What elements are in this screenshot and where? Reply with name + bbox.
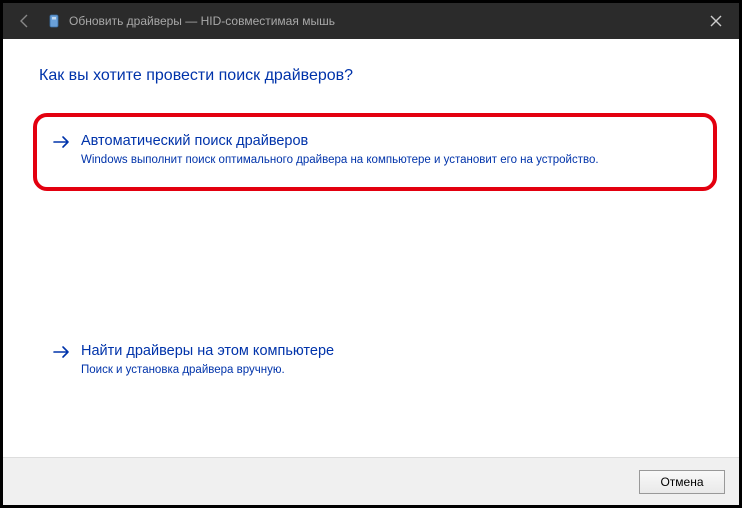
window-title: Обновить драйверы — HID-совместимая мышь [69, 14, 335, 28]
option-desc: Windows выполнит поиск оптимального драй… [81, 153, 691, 169]
close-icon [710, 15, 722, 27]
option-list: Автоматический поиск драйверов Windows в… [39, 113, 703, 392]
option-title: Автоматический поиск драйверов [81, 133, 691, 149]
content-area: Как вы хотите провести поиск драйверов? … [3, 39, 739, 457]
footer: Отмена [3, 457, 739, 505]
arrow-right-icon [53, 345, 71, 364]
option-auto-search[interactable]: Автоматический поиск драйверов Windows в… [33, 113, 717, 191]
close-button[interactable] [693, 3, 739, 39]
page-heading: Как вы хотите провести поиск драйверов? [39, 67, 703, 85]
cancel-button[interactable]: Отмена [639, 470, 725, 494]
arrow-right-icon [53, 135, 71, 154]
titlebar: Обновить драйверы — HID-совместимая мышь [3, 3, 739, 39]
update-driver-wizard-window: Обновить драйверы — HID-совместимая мышь… [2, 2, 740, 506]
back-button[interactable] [11, 7, 39, 35]
device-icon [47, 14, 61, 28]
option-desc: Поиск и установка драйвера вручную. [81, 363, 685, 379]
option-browse-computer[interactable]: Найти драйверы на этом компьютере Поиск … [39, 329, 703, 393]
spacer [39, 199, 703, 329]
option-title: Найти драйверы на этом компьютере [81, 343, 685, 359]
back-arrow-icon [17, 13, 33, 29]
titlebar-left: Обновить драйверы — HID-совместимая мышь [3, 7, 335, 35]
